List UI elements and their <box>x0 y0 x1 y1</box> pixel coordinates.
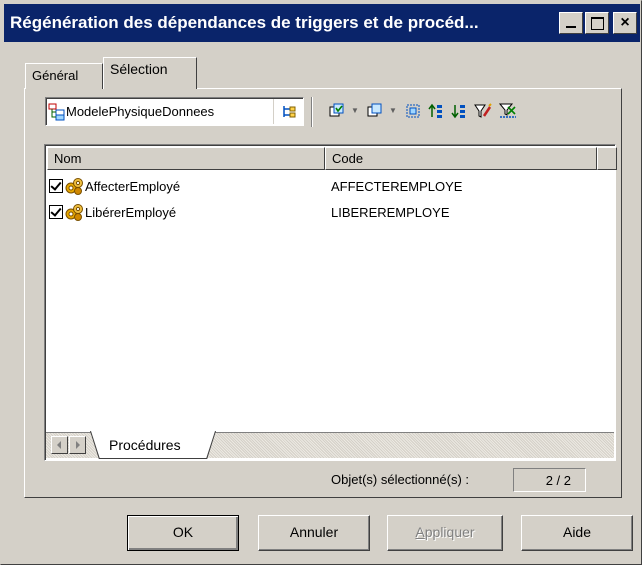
row-name: AffecterEmployé <box>85 178 181 194</box>
tree-browse-icon <box>282 105 295 117</box>
list-row[interactable]: AffecterEmployé AFFECTEREMPLOYE <box>49 174 462 198</box>
toolbar-separator <box>311 97 313 127</box>
row-name: LibérerEmployé <box>85 204 177 220</box>
ok-button[interactable]: OK <box>127 515 239 551</box>
maximize-button[interactable] <box>585 12 609 34</box>
procedure-icon <box>65 204 83 221</box>
sheet-tab-label: Procédures <box>109 437 181 453</box>
procedure-list[interactable]: Nom Code AffecterEmployé AFFECTEREMPLOYE… <box>44 144 617 461</box>
model-selector[interactable]: ModelePhysiqueDonnees <box>45 97 304 126</box>
column-header-code[interactable]: Code <box>325 147 597 170</box>
tab-scroll-right-button[interactable] <box>69 436 86 454</box>
tab-general[interactable]: Général <box>25 63 103 89</box>
row-code: LIBEREREMPLOYE <box>331 204 450 220</box>
window-title: Régénération des dépendances de triggers… <box>10 13 479 32</box>
list-row[interactable]: LibérerEmployé LIBEREREMPLOYE <box>49 200 450 224</box>
deselect-all-dropdown-icon[interactable]: ▼ <box>388 105 398 117</box>
apply-mnemonic: A <box>415 524 425 540</box>
help-button[interactable]: Aide <box>521 515 633 551</box>
cancel-button[interactable]: Annuler <box>258 515 370 551</box>
column-header-nom[interactable]: Nom <box>47 147 325 170</box>
title-bar[interactable]: Régénération des dépendances de triggers… <box>4 4 640 42</box>
close-button[interactable]: × <box>613 12 637 34</box>
column-header-filler <box>597 147 617 170</box>
sort-descending-icon[interactable] <box>449 101 469 121</box>
apply-label: ppliquer <box>424 524 475 540</box>
select-all-dropdown-icon[interactable]: ▼ <box>350 105 360 117</box>
procedure-icon <box>65 178 83 195</box>
row-code: AFFECTEREMPLOYE <box>331 178 463 194</box>
select-in-diagram-icon[interactable] <box>403 101 423 121</box>
clear-filter-icon[interactable] <box>498 101 518 121</box>
model-icon <box>48 103 65 120</box>
deselect-all-icon[interactable] <box>365 101 385 121</box>
selected-count-value: 2 / 2 <box>513 468 586 492</box>
minimize-button[interactable] <box>559 12 583 34</box>
select-all-icon[interactable] <box>327 101 347 121</box>
row-checkbox[interactable] <box>49 179 63 193</box>
model-browse-button[interactable] <box>273 99 303 124</box>
row-checkbox[interactable] <box>49 205 63 219</box>
tab-selection[interactable]: Sélection <box>103 57 197 89</box>
apply-button: Appliquer <box>387 515 503 551</box>
selected-count-label: Objet(s) sélectionné(s) : <box>331 472 469 487</box>
tab-scroll-left-button[interactable] <box>51 436 68 454</box>
sort-ascending-icon[interactable] <box>426 101 446 121</box>
dialog-window: Régénération des dépendances de triggers… <box>0 0 642 565</box>
model-selector-value: ModelePhysiqueDonnees <box>66 104 215 119</box>
filter-icon[interactable] <box>473 101 493 121</box>
list-header: Nom Code <box>47 147 617 170</box>
